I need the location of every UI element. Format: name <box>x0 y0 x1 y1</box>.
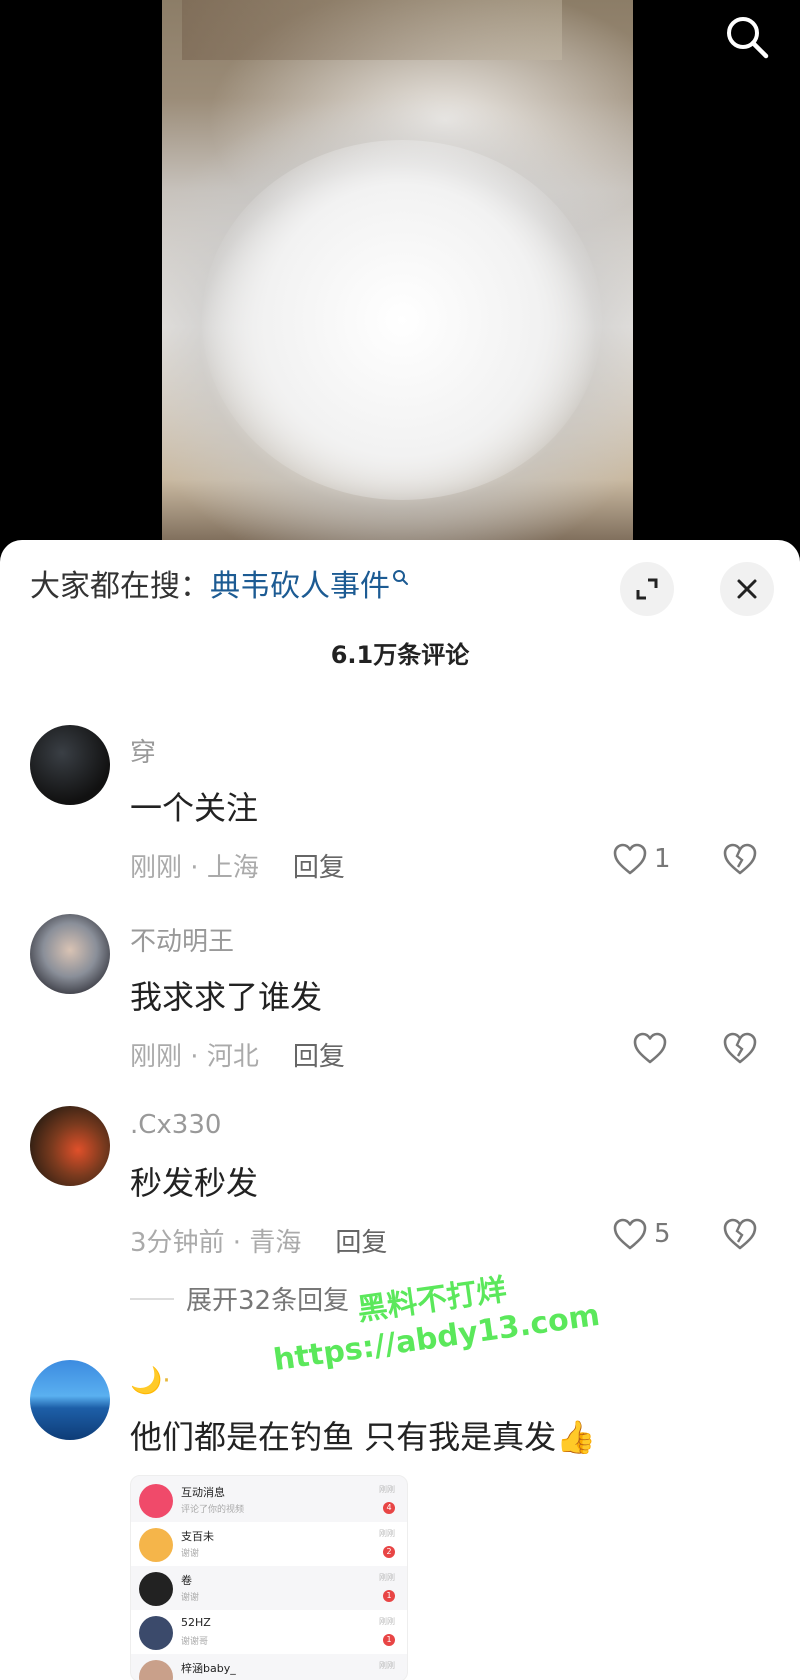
embed-sub: 谢谢 <box>181 1549 200 1559</box>
embed-tag: 刚刚 <box>379 1573 395 1582</box>
embed-name: 支百未 <box>181 1530 214 1543</box>
embed-row: 支百未 谢谢 刚刚 2 <box>131 1522 407 1566</box>
comment-meta: 3分钟前 · 青海 回复 <box>130 1228 388 1258</box>
embed-sub: 谢谢哥 <box>181 1637 209 1647</box>
comment-time: 刚刚 <box>130 853 183 883</box>
like-count: 1 <box>654 844 671 874</box>
embed-avatar <box>139 1484 173 1518</box>
avatar[interactable] <box>30 725 110 805</box>
sheet-header: 大家都在搜：典韦砍人事件 <box>0 540 800 635</box>
video-content <box>182 0 562 60</box>
comment-location: 上海 <box>206 853 259 883</box>
reply-button[interactable]: 回复 <box>293 1042 345 1072</box>
avatar[interactable] <box>30 914 110 994</box>
comment-text: 一个关注 <box>130 789 259 827</box>
embed-tag: 刚刚 <box>379 1529 395 1538</box>
like-button[interactable] <box>632 1031 674 1065</box>
trending-prefix: 大家都在搜： <box>30 569 210 604</box>
expand-button[interactable] <box>620 562 674 616</box>
comment-username[interactable]: 穿 <box>130 732 156 769</box>
search-button[interactable] <box>722 12 772 62</box>
close-icon <box>737 579 757 599</box>
trending-search[interactable]: 大家都在搜：典韦砍人事件 <box>30 567 410 607</box>
broken-heart-icon <box>723 1032 757 1064</box>
embed-row: 梓涵baby_ 刚刚 <box>131 1654 407 1680</box>
embed-tag: 刚刚 <box>379 1617 395 1626</box>
dislike-button[interactable] <box>722 1217 758 1253</box>
comment-time: 刚刚 <box>130 1042 183 1072</box>
comment-time: 3分钟前 <box>130 1228 225 1258</box>
embed-badge: 4 <box>383 1502 395 1514</box>
embed-row: 互动消息 评论了你的视频 刚刚 4 <box>131 1478 407 1522</box>
comment-meta: 刚刚 · 河北 回复 <box>130 1042 345 1072</box>
embed-name: 卷 <box>181 1574 192 1587</box>
embed-avatar <box>139 1616 173 1650</box>
embed-badge: 1 <box>383 1590 395 1602</box>
trending-query[interactable]: 典韦砍人事件 <box>210 569 390 604</box>
close-button[interactable] <box>720 562 774 616</box>
video-content <box>202 140 602 500</box>
broken-heart-icon <box>723 1218 757 1250</box>
dislike-button[interactable] <box>722 1031 758 1067</box>
embed-name: 梓涵baby_ <box>181 1662 236 1675</box>
comment-text: 我求求了谁发 <box>130 978 323 1016</box>
avatar[interactable] <box>30 1106 110 1186</box>
comment-username[interactable]: 不动明王 <box>130 921 234 958</box>
search-small-icon <box>393 570 408 585</box>
comment-username[interactable]: .Cx330 <box>130 1110 221 1140</box>
embed-tag: 刚刚 <box>379 1661 395 1670</box>
embed-avatar <box>139 1528 173 1562</box>
embed-badge: 1 <box>383 1634 395 1646</box>
comment-location: 河北 <box>206 1042 259 1072</box>
heart-icon <box>613 843 647 875</box>
heart-icon <box>633 1032 667 1064</box>
broken-heart-icon <box>723 843 757 875</box>
embed-name: 52HZ <box>181 1616 211 1629</box>
comment-image[interactable]: 互动消息 评论了你的视频 刚刚 4 支百未 谢谢 刚刚 2 卷 谢谢 刚刚 1 <box>130 1475 408 1680</box>
comment-sheet: 大家都在搜：典韦砍人事件 6.1万条评论 穿 一个关注 刚刚 · 上海回复 1 <box>0 540 800 1680</box>
search-icon <box>727 17 769 59</box>
embed-name: 互动消息 <box>181 1486 225 1499</box>
comment-location: 青海 <box>249 1228 302 1258</box>
embed-sub: 谢谢 <box>181 1593 200 1603</box>
reply-button[interactable]: 回复 <box>293 853 345 883</box>
expand-icon <box>636 578 658 600</box>
embed-avatar <box>139 1572 173 1606</box>
like-button[interactable]: 1 <box>612 842 671 876</box>
avatar[interactable] <box>30 1360 110 1440</box>
comment-text-body: 他们都是在钓鱼 只有我是真发 <box>130 1418 557 1456</box>
embed-avatar <box>139 1660 173 1680</box>
divider <box>130 1297 174 1300</box>
embed-row: 52HZ 谢谢哥 刚刚 1 <box>131 1610 407 1654</box>
embed-tag: 刚刚 <box>379 1485 395 1494</box>
embed-row: 卷 谢谢 刚刚 1 <box>131 1566 407 1610</box>
video-player[interactable] <box>0 0 800 545</box>
heart-icon <box>613 1218 647 1250</box>
like-count: 5 <box>654 1219 671 1249</box>
embed-badge: 2 <box>383 1546 395 1558</box>
like-button[interactable]: 5 <box>612 1217 671 1251</box>
comment-username[interactable]: 🌙· <box>130 1366 171 1396</box>
comment-text: 他们都是在钓鱼 只有我是真发👍 <box>130 1412 596 1458</box>
comment-count-title: 6.1万条评论 <box>330 641 470 669</box>
embed-sub: 评论了你的视频 <box>181 1505 245 1515</box>
watermark: 黑料不打烊 https://abdy13.com <box>265 1252 601 1379</box>
comment-text: 秒发秒发 <box>130 1164 259 1202</box>
dislike-button[interactable] <box>722 842 758 878</box>
comment-meta: 刚刚 · 上海 回复 <box>130 853 345 883</box>
thumbs-up-emoji: 👍 <box>556 1418 597 1456</box>
video-frame[interactable] <box>162 0 633 545</box>
reply-button[interactable]: 回复 <box>335 1228 387 1258</box>
